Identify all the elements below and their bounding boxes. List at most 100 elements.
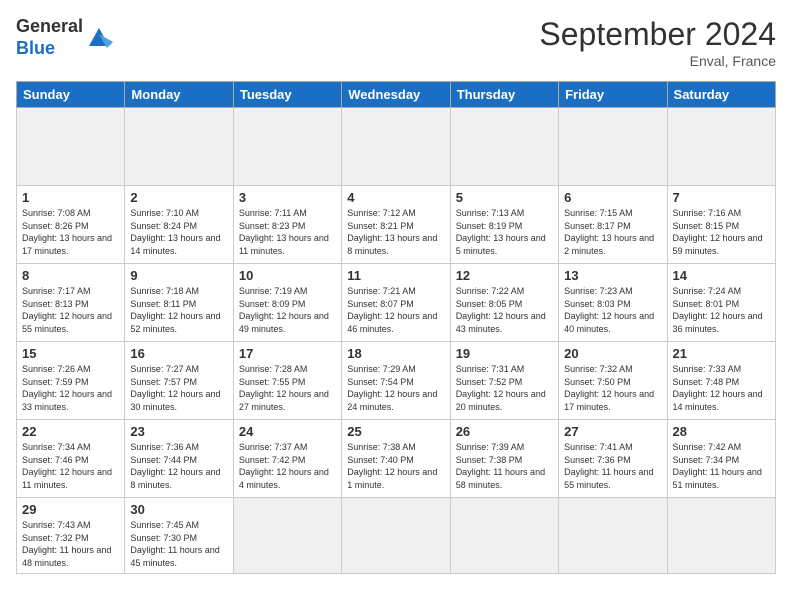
header-sunday: Sunday bbox=[17, 82, 125, 108]
day-number: 7 bbox=[673, 190, 770, 205]
table-row bbox=[342, 108, 450, 186]
header-monday: Monday bbox=[125, 82, 233, 108]
table-row bbox=[17, 108, 125, 186]
day-info: Sunrise: 7:31 AM Sunset: 7:52 PM Dayligh… bbox=[456, 363, 553, 413]
day-info: Sunrise: 7:45 AM Sunset: 7:30 PM Dayligh… bbox=[130, 519, 227, 569]
day-info: Sunrise: 7:15 AM Sunset: 8:17 PM Dayligh… bbox=[564, 207, 661, 257]
day-number: 2 bbox=[130, 190, 227, 205]
table-row bbox=[233, 108, 341, 186]
day-info: Sunrise: 7:26 AM Sunset: 7:59 PM Dayligh… bbox=[22, 363, 119, 413]
day-number: 29 bbox=[22, 502, 119, 517]
table-row: 25Sunrise: 7:38 AM Sunset: 7:40 PM Dayli… bbox=[342, 420, 450, 498]
header-saturday: Saturday bbox=[667, 82, 775, 108]
day-number: 17 bbox=[239, 346, 336, 361]
location: Enval, France bbox=[539, 53, 776, 69]
day-number: 4 bbox=[347, 190, 444, 205]
calendar-header-row: Sunday Monday Tuesday Wednesday Thursday… bbox=[17, 82, 776, 108]
table-row bbox=[342, 498, 450, 574]
table-row: 19 Sunrise: 7:31 AM Sunset: 7:52 PM Dayli… bbox=[450, 342, 558, 420]
day-info: Sunrise: 7:41 AM Sunset: 7:36 PM Dayligh… bbox=[564, 441, 661, 491]
table-row: 13 Sunrise: 7:23 AM Sunset: 8:03 PM Dayli… bbox=[559, 264, 667, 342]
day-number: 14 bbox=[673, 268, 770, 283]
table-row: 10 Sunrise: 7:19 AM Sunset: 8:09 PM Dayli… bbox=[233, 264, 341, 342]
day-number: 22 bbox=[22, 424, 119, 439]
table-row: 3 Sunrise: 7:11 AM Sunset: 8:23 PM Daylig… bbox=[233, 186, 341, 264]
table-row: 6Sunrise: 7:15 AM Sunset: 8:17 PM Daylig… bbox=[559, 186, 667, 264]
calendar-table: Sunday Monday Tuesday Wednesday Thursday… bbox=[16, 81, 776, 574]
day-number: 10 bbox=[239, 268, 336, 283]
table-row: 7 Sunrise: 7:16 AM Sunset: 8:15 PM Daylig… bbox=[667, 186, 775, 264]
day-info: Sunrise: 7:13 AM Sunset: 8:19 PM Dayligh… bbox=[456, 207, 553, 257]
table-row bbox=[450, 108, 558, 186]
day-number: 12 bbox=[456, 268, 553, 283]
day-info: Sunrise: 7:10 AM Sunset: 8:24 PM Dayligh… bbox=[130, 207, 227, 257]
header-tuesday: Tuesday bbox=[233, 82, 341, 108]
table-row bbox=[559, 108, 667, 186]
header-wednesday: Wednesday bbox=[342, 82, 450, 108]
day-info: Sunrise: 7:42 AM Sunset: 7:34 PM Dayligh… bbox=[673, 441, 770, 491]
month-title: September 2024 bbox=[539, 16, 776, 53]
day-info: Sunrise: 7:18 AM Sunset: 8:11 PM Dayligh… bbox=[130, 285, 227, 335]
table-row bbox=[125, 108, 233, 186]
day-number: 15 bbox=[22, 346, 119, 361]
table-row: 18 Sunrise: 7:29 AM Sunset: 7:54 PM Dayli… bbox=[342, 342, 450, 420]
day-info: Sunrise: 7:11 AM Sunset: 8:23 PM Dayligh… bbox=[239, 207, 336, 257]
day-info: Sunrise: 7:22 AM Sunset: 8:05 PM Dayligh… bbox=[456, 285, 553, 335]
day-number: 23 bbox=[130, 424, 227, 439]
table-row: 29Sunrise: 7:43 AM Sunset: 7:32 PM Dayli… bbox=[17, 498, 125, 574]
table-row: 23 Sunrise: 7:36 AM Sunset: 7:44 PM Dayli… bbox=[125, 420, 233, 498]
day-number: 25 bbox=[347, 424, 444, 439]
day-number: 21 bbox=[673, 346, 770, 361]
day-info: Sunrise: 7:29 AM Sunset: 7:54 PM Dayligh… bbox=[347, 363, 444, 413]
day-number: 30 bbox=[130, 502, 227, 517]
day-info: Sunrise: 7:33 AM Sunset: 7:48 PM Dayligh… bbox=[673, 363, 770, 413]
day-number: 26 bbox=[456, 424, 553, 439]
table-row: 8 Sunrise: 7:17 AM Sunset: 8:13 PM Daylig… bbox=[17, 264, 125, 342]
day-info: Sunrise: 7:24 AM Sunset: 8:01 PM Dayligh… bbox=[673, 285, 770, 335]
header: General Blue September 2024 Enval, Franc… bbox=[16, 16, 776, 69]
day-info: Sunrise: 7:16 AM Sunset: 8:15 PM Dayligh… bbox=[673, 207, 770, 257]
day-number: 1 bbox=[22, 190, 119, 205]
logo: General Blue bbox=[16, 16, 113, 59]
day-number: 3 bbox=[239, 190, 336, 205]
table-row: 26 Sunrise: 7:39 AM Sunset: 7:38 PM Dayli… bbox=[450, 420, 558, 498]
table-row: 27 Sunrise: 7:41 AM Sunset: 7:36 PM Dayli… bbox=[559, 420, 667, 498]
day-info: Sunrise: 7:37 AM Sunset: 7:42 PM Dayligh… bbox=[239, 441, 336, 491]
table-row: 14 Sunrise: 7:24 AM Sunset: 8:01 PM Dayli… bbox=[667, 264, 775, 342]
day-info: Sunrise: 7:39 AM Sunset: 7:38 PM Dayligh… bbox=[456, 441, 553, 491]
day-info: Sunrise: 7:17 AM Sunset: 8:13 PM Dayligh… bbox=[22, 285, 119, 335]
table-row: 16 Sunrise: 7:27 AM Sunset: 7:57 PM Dayli… bbox=[125, 342, 233, 420]
day-number: 20 bbox=[564, 346, 661, 361]
day-info: Sunrise: 7:36 AM Sunset: 7:44 PM Dayligh… bbox=[130, 441, 227, 491]
table-row: 11 Sunrise: 7:21 AM Sunset: 8:07 PM Dayli… bbox=[342, 264, 450, 342]
day-number: 18 bbox=[347, 346, 444, 361]
day-info: Sunrise: 7:08 AM Sunset: 8:26 PM Dayligh… bbox=[22, 207, 119, 257]
day-info: Sunrise: 7:19 AM Sunset: 8:09 PM Dayligh… bbox=[239, 285, 336, 335]
day-number: 8 bbox=[22, 268, 119, 283]
table-row bbox=[450, 498, 558, 574]
table-row: 2 Sunrise: 7:10 AM Sunset: 8:24 PM Daylig… bbox=[125, 186, 233, 264]
header-friday: Friday bbox=[559, 82, 667, 108]
day-number: 11 bbox=[347, 268, 444, 283]
table-row: 4Sunrise: 7:12 AM Sunset: 8:21 PM Daylig… bbox=[342, 186, 450, 264]
table-row: 22Sunrise: 7:34 AM Sunset: 7:46 PM Dayli… bbox=[17, 420, 125, 498]
calendar-page: General Blue September 2024 Enval, Franc… bbox=[0, 0, 792, 612]
day-info: Sunrise: 7:21 AM Sunset: 8:07 PM Dayligh… bbox=[347, 285, 444, 335]
day-number: 13 bbox=[564, 268, 661, 283]
day-number: 27 bbox=[564, 424, 661, 439]
day-info: Sunrise: 7:27 AM Sunset: 7:57 PM Dayligh… bbox=[130, 363, 227, 413]
table-row bbox=[667, 108, 775, 186]
logo-blue: Blue bbox=[16, 38, 83, 60]
header-thursday: Thursday bbox=[450, 82, 558, 108]
title-area: September 2024 Enval, France bbox=[539, 16, 776, 69]
day-number: 16 bbox=[130, 346, 227, 361]
day-number: 19 bbox=[456, 346, 553, 361]
day-number: 9 bbox=[130, 268, 227, 283]
table-row: 28Sunrise: 7:42 AM Sunset: 7:34 PM Dayli… bbox=[667, 420, 775, 498]
table-row: 1 Sunrise: 7:08 AM Sunset: 8:26 PM Daylig… bbox=[17, 186, 125, 264]
table-row: 17 Sunrise: 7:28 AM Sunset: 7:55 PM Dayli… bbox=[233, 342, 341, 420]
day-info: Sunrise: 7:23 AM Sunset: 8:03 PM Dayligh… bbox=[564, 285, 661, 335]
table-row: 15 Sunrise: 7:26 AM Sunset: 7:59 PM Dayli… bbox=[17, 342, 125, 420]
table-row: 5Sunrise: 7:13 AM Sunset: 8:19 PM Daylig… bbox=[450, 186, 558, 264]
day-info: Sunrise: 7:28 AM Sunset: 7:55 PM Dayligh… bbox=[239, 363, 336, 413]
